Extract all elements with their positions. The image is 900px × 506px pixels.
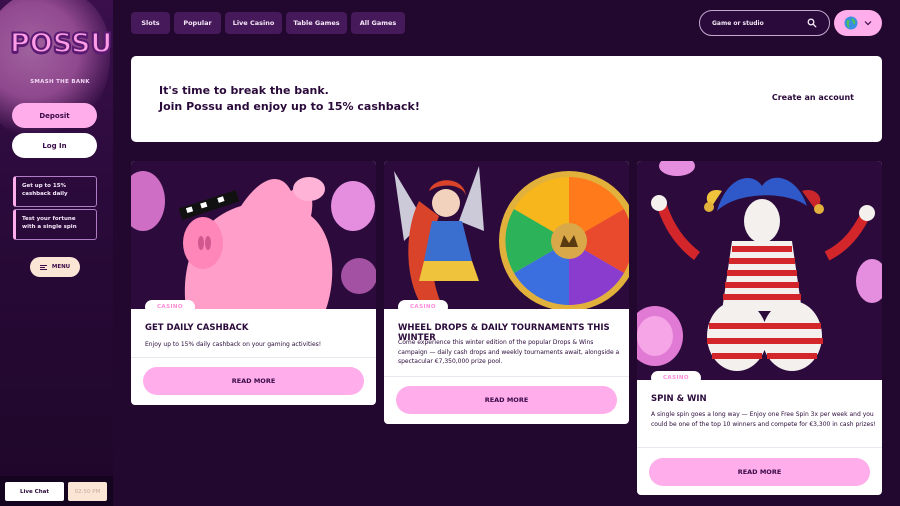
brand-tagline: SMASH THE BANK: [30, 79, 90, 85]
chevron-down-icon: [864, 21, 872, 26]
card-divider: [384, 376, 629, 377]
login-button[interactable]: Log In: [12, 133, 97, 158]
tab-live-casino[interactable]: Live Casino: [225, 12, 282, 34]
sidebar-promo-cashback[interactable]: Get up to 15% cashback daily: [13, 176, 97, 207]
promo-card-wheel-drops[interactable]: CASINO WHEEL DROPS & DAILY TOURNAMENTS T…: [384, 161, 629, 424]
promo-card-cashback[interactable]: CASINO GET DAILY CASHBACK Enjoy up to 15…: [131, 161, 376, 405]
card-image-piggy: [131, 161, 376, 309]
language-selector[interactable]: [834, 10, 882, 36]
card-title: SPIN & WIN: [651, 394, 707, 404]
card-image-wheel: [384, 161, 629, 309]
search-input[interactable]: [712, 19, 807, 27]
tab-all-games[interactable]: All Games: [351, 12, 405, 34]
card-divider: [131, 357, 376, 358]
banner-headline: It's time to break the bank.: [159, 84, 329, 97]
deposit-button[interactable]: Deposit: [12, 103, 97, 128]
menu-button[interactable]: MENU: [30, 257, 80, 277]
sidebar: POSSU SMASH THE BANK Deposit Log In Get …: [0, 0, 113, 506]
read-more-button[interactable]: READ MORE: [649, 458, 870, 486]
card-title: GET DAILY CASHBACK: [145, 323, 249, 333]
read-more-button[interactable]: READ MORE: [396, 386, 617, 414]
promo-banner: It's time to break the bank. Join Possu …: [131, 56, 882, 142]
card-divider: [637, 447, 882, 448]
card-badge: CASINO: [398, 300, 448, 314]
tab-popular[interactable]: Popular: [174, 12, 221, 34]
promo-label: Get up to 15% cashback daily: [22, 183, 68, 197]
hamburger-icon: [39, 264, 47, 270]
card-description: Come experience this winter edition of t…: [398, 339, 620, 365]
card-description: Enjoy up to 15% daily cashback on your g…: [145, 341, 322, 348]
card-description: A single spin goes a long way — Enjoy on…: [651, 411, 876, 428]
card-badge: CASINO: [145, 300, 195, 314]
card-badge: CASINO: [651, 371, 701, 385]
tab-slots[interactable]: Slots: [131, 12, 170, 34]
search-icon[interactable]: [807, 18, 817, 28]
tab-table-games[interactable]: Table Games: [286, 12, 347, 34]
read-more-button[interactable]: READ MORE: [143, 367, 364, 395]
search-box[interactable]: [699, 10, 830, 36]
sidebar-promo-spin[interactable]: Test your fortune with a single spin: [13, 209, 97, 240]
promo-card-spin-win[interactable]: CASINO SPIN & WIN A single spin goes a l…: [637, 161, 882, 495]
create-account-link[interactable]: Create an account: [772, 93, 854, 102]
clock-display: 02:50 PM: [68, 482, 107, 501]
menu-label: MENU: [51, 264, 71, 270]
card-image-jester: [637, 161, 882, 380]
brand-logo[interactable]: POSSU: [9, 27, 113, 68]
promo-label: Test your fortune with a single spin: [22, 216, 77, 230]
globe-icon: [844, 16, 858, 30]
banner-subheadline: Join Possu and enjoy up to 15% cashback!: [159, 100, 420, 113]
live-chat-button[interactable]: Live Chat: [5, 482, 64, 501]
